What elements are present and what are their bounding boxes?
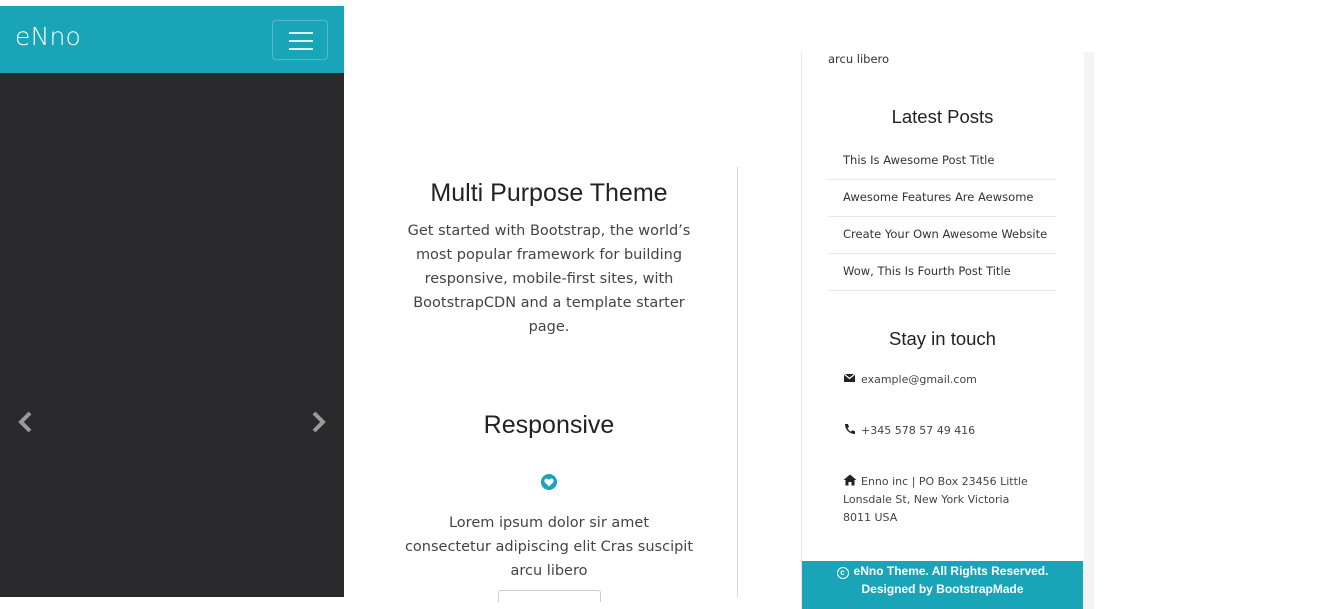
post-link[interactable]: Create Your Own Awesome Website <box>828 217 1056 254</box>
chevron-left-icon <box>18 411 32 433</box>
feature-title-responsive: Responsive <box>483 411 615 439</box>
email-text[interactable]: example@gmail.com <box>861 373 977 386</box>
feature-text-responsive: Lorem ipsum dolor sir amet consectetur a… <box>404 515 694 579</box>
footer-credit[interactable]: Designed by BootstrapMade <box>802 580 1083 598</box>
post-link[interactable]: Awesome Features Are Aewsome <box>828 180 1056 217</box>
contact-phone: +345 578 57 49 416 <box>843 422 1033 440</box>
post-link[interactable]: This Is Awesome Post Title <box>828 143 1056 180</box>
vertical-divider <box>737 167 738 597</box>
hero-carousel: eNno <box>0 6 344 597</box>
sidebar-shadow <box>1083 52 1094 609</box>
sidebar-footer: c eNno Theme. All Rights Reserved. Design… <box>802 561 1083 609</box>
chevron-right-icon <box>312 411 326 433</box>
footer-copyright: eNno Theme. All Rights Reserved. <box>853 564 1049 578</box>
phone-text: +345 578 57 49 416 <box>861 424 976 437</box>
sidebar-top-text: arcu libero <box>828 52 890 66</box>
post-link[interactable]: Wow, This Is Fourth Post Title <box>828 254 1056 291</box>
latest-posts-list: This Is Awesome Post Title Awesome Featu… <box>828 143 1056 291</box>
carousel-prev-button[interactable] <box>17 411 37 435</box>
stay-in-touch-heading: Stay in touch <box>889 328 996 349</box>
address-text: Enno inc | PO Box 23456 Little Lonsdale … <box>843 475 1028 524</box>
contact-address: Enno inc | PO Box 23456 Little Lonsdale … <box>843 473 1033 527</box>
hamburger-menu-icon <box>289 32 313 34</box>
copyright-icon: c <box>836 567 849 579</box>
envelope-icon <box>843 373 856 382</box>
brand-logo[interactable]: eNno <box>15 22 81 51</box>
heart-icon <box>541 474 557 490</box>
latest-posts-heading: Latest Posts <box>891 106 994 127</box>
navbar: eNno <box>0 6 344 73</box>
carousel-next-button[interactable] <box>309 411 329 435</box>
feature-title-multipurpose: Multi Purpose Theme <box>430 179 668 207</box>
phone-icon <box>845 424 855 434</box>
contact-email: example@gmail.com <box>843 371 1033 389</box>
navbar-toggler-button[interactable] <box>272 20 328 60</box>
feature-text-multipurpose: Get started with Bootstrap, the world’s … <box>407 223 691 335</box>
home-icon <box>843 474 857 486</box>
read-more-button[interactable] <box>498 590 601 602</box>
